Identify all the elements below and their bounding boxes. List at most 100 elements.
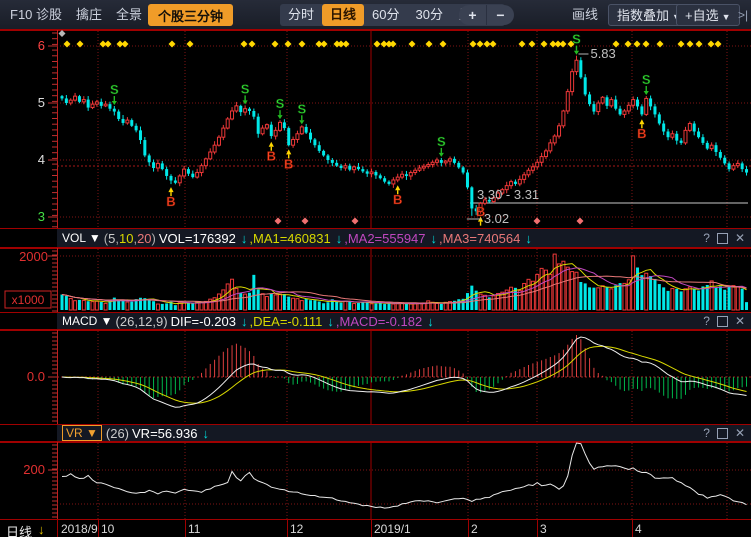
period-label[interactable]: 日线 <box>6 522 32 537</box>
buy-signal-marker: B <box>267 149 276 164</box>
indicator-value-2: ,MACD=-0.182 <box>336 314 422 329</box>
volume-chart[interactable]: 2000 x1000 <box>0 248 751 312</box>
macd-axis-label: 0.0 <box>27 369 45 384</box>
maximize-icon[interactable] <box>717 233 728 244</box>
high-price-annotation: 5.83 <box>590 46 615 61</box>
vr-panel-header: VR ▼ (26)VR=56.936 ↓? ✕ <box>0 424 751 442</box>
indicator-value-0: DIF=-0.203 <box>171 314 236 329</box>
axis-tick <box>371 520 372 537</box>
axis-tick <box>98 520 99 537</box>
date-label: 11 <box>188 522 200 536</box>
date-label: 2 <box>471 522 478 536</box>
down-arrow-icon: ↓ <box>202 426 209 441</box>
draw-line-button[interactable]: 画线 <box>572 0 598 30</box>
vr-axis-label: 200 <box>23 462 45 477</box>
up-arrow-icon <box>269 142 274 147</box>
signal-diamond-icon <box>302 218 309 225</box>
indicator-params: (5,10,20) <box>104 231 156 246</box>
down-arrow-icon: ↓ <box>431 231 438 246</box>
period-tab-3[interactable]: 30分 <box>408 4 451 26</box>
down-arrow-icon: ↓ <box>38 522 45 537</box>
down-arrow-icon <box>243 100 248 104</box>
vr-chart[interactable]: 200 <box>0 442 751 519</box>
volume-unit-label: x1000 <box>12 293 45 307</box>
stock-app-window: F10诊股擒庄全景 个股三分钟 分时日线60分30分周线▼ +− 画线 指数叠加… <box>0 0 751 537</box>
volume-axis-label: 2000 <box>19 249 48 264</box>
zoom-in-button[interactable]: + <box>459 5 486 25</box>
help-icon[interactable]: ? <box>703 231 710 245</box>
down-arrow-icon: ↓ <box>241 231 248 246</box>
price-axis-label: 6 <box>38 38 45 53</box>
close-icon[interactable]: ✕ <box>735 426 745 440</box>
sell-signal-marker: S <box>437 134 446 149</box>
axis-tick <box>537 520 538 537</box>
volume-ma-line <box>62 276 747 303</box>
close-icon[interactable]: ✕ <box>735 231 745 245</box>
period-tab-1[interactable]: 日线 <box>322 4 364 26</box>
down-arrow-icon: ↓ <box>327 314 334 329</box>
down-arrow-icon <box>439 153 444 157</box>
stock-3min-button[interactable]: 个股三分钟 <box>148 4 233 26</box>
date-label: 3 <box>540 522 547 536</box>
menu-item-1[interactable]: 诊股 <box>36 0 62 30</box>
vr-indicator-dropdown[interactable]: VR ▼ <box>62 425 102 441</box>
date-label: 2018/9 <box>61 522 98 536</box>
signal-diamond-icon <box>352 218 359 225</box>
vol-indicator-dropdown[interactable]: VOL ▼ <box>62 231 101 245</box>
indicator-value-1: ,DEA=-0.111 <box>250 314 323 329</box>
down-arrow-icon <box>299 120 304 124</box>
maximize-icon[interactable] <box>717 316 728 327</box>
date-label: 10 <box>101 522 114 536</box>
low-price-annotation: 3.02 <box>484 211 509 226</box>
menu-item-f10[interactable]: F10 <box>10 0 32 30</box>
axis-tick <box>287 520 288 537</box>
sell-signal-marker: S <box>572 32 581 47</box>
down-arrow-icon: ↓ <box>241 314 248 329</box>
signal-diamond-icon <box>77 41 84 48</box>
indicator-value-1: ,MA1=460831 <box>249 231 330 246</box>
help-icon[interactable]: ? <box>703 314 710 328</box>
axis-tick <box>185 520 186 537</box>
add-watchlist-button[interactable]: +自选▼ <box>676 4 740 26</box>
buy-signal-marker: B <box>637 126 646 141</box>
signal-diamond-icon <box>374 41 381 48</box>
indicator-value-0: VOL=176392 <box>159 231 236 246</box>
maximize-icon[interactable] <box>717 428 728 439</box>
macd-indicator-dropdown[interactable]: MACD ▼ <box>62 314 113 328</box>
signal-diamond-icon <box>122 41 129 48</box>
sell-signal-marker: S <box>241 81 250 96</box>
indicator-params: (26) <box>106 426 129 441</box>
period-tab-2[interactable]: 60分 <box>364 4 407 26</box>
collapse-panel-icon[interactable]: >| <box>738 0 748 30</box>
volume-panel-header: VOL ▼(5,10,20)VOL=176392↓,MA1=460831↓,MA… <box>0 228 751 248</box>
down-arrow-icon: ↓ <box>525 231 532 246</box>
date-label: 2019/1 <box>374 522 411 536</box>
period-tab-0[interactable]: 分时 <box>280 4 322 26</box>
down-arrow-icon <box>112 101 117 105</box>
price-axis-label: 4 <box>38 152 45 167</box>
down-arrow-icon <box>644 91 649 95</box>
indicator-params: (26,12,9) <box>116 314 168 329</box>
indicator-value-0: VR=56.936 <box>132 426 197 441</box>
vr-line <box>62 443 747 508</box>
buy-signal-marker: B <box>166 194 175 209</box>
signal-diamond-icon <box>272 41 279 48</box>
menu-item-3[interactable]: 全景 <box>116 0 142 30</box>
close-icon[interactable]: ✕ <box>735 314 745 328</box>
menu-item-2[interactable]: 擒庄 <box>76 0 102 30</box>
macd-chart[interactable]: 0.0 <box>0 330 751 424</box>
signal-diamond-icon <box>577 218 584 225</box>
price-chart[interactable]: 6543SSSSSSSBBBBBB5.833.30 - 3.313.02 <box>0 30 751 228</box>
dea-line <box>62 346 747 403</box>
up-arrow-icon <box>639 119 644 124</box>
date-label: 12 <box>290 522 303 536</box>
indicator-value-2: ,MA2=555947 <box>344 231 425 246</box>
price-range-annotation: 3.30 - 3.31 <box>477 187 539 202</box>
buy-signal-marker: B <box>393 192 402 207</box>
sell-signal-marker: S <box>110 82 119 97</box>
zoom-out-button[interactable]: − <box>486 5 514 25</box>
signal-diamond-icon <box>440 41 447 48</box>
zoom-control: +− <box>459 5 514 25</box>
help-icon[interactable]: ? <box>703 426 710 440</box>
price-axis-label: 5 <box>38 95 45 110</box>
